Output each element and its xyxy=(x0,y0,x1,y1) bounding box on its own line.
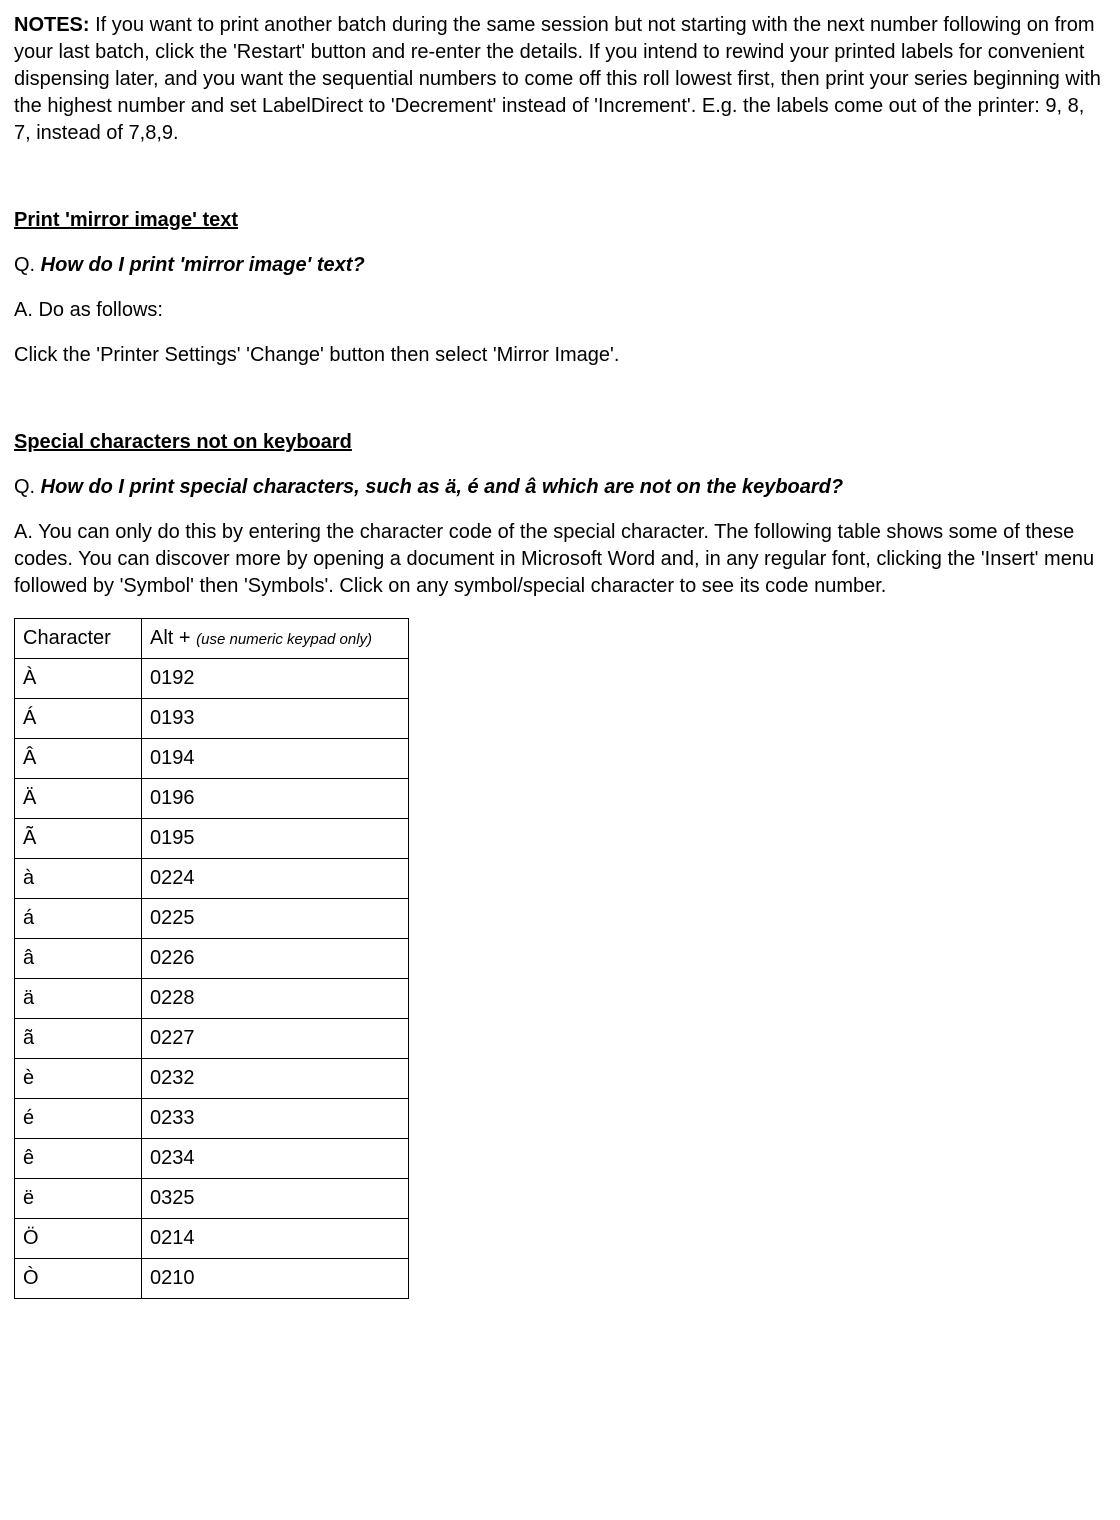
table-cell-character: á xyxy=(15,899,142,939)
table-cell-code: 0194 xyxy=(142,739,409,779)
table-row: ê0234 xyxy=(15,1139,409,1179)
table-row: ë0325 xyxy=(15,1179,409,1219)
table-cell-character: Â xyxy=(15,739,142,779)
mirror-q-prefix: Q. xyxy=(14,254,41,276)
table-cell-character: Ò xyxy=(15,1259,142,1299)
table-cell-character: â xyxy=(15,939,142,979)
character-table: Character Alt + (use numeric keypad only… xyxy=(14,618,409,1299)
notes-paragraph: NOTES: If you want to print another batc… xyxy=(14,12,1106,147)
table-cell-character: Á xyxy=(15,699,142,739)
table-cell-character: ã xyxy=(15,1019,142,1059)
mirror-question: Q. How do I print 'mirror image' text? xyxy=(14,252,1106,279)
notes-label: NOTES: xyxy=(14,14,90,36)
table-cell-character: é xyxy=(15,1099,142,1139)
table-row: â0226 xyxy=(15,939,409,979)
table-cell-code: 0195 xyxy=(142,819,409,859)
table-cell-code: 0228 xyxy=(142,979,409,1019)
table-row: à0224 xyxy=(15,859,409,899)
table-cell-code: 0210 xyxy=(142,1259,409,1299)
table-cell-code: 0325 xyxy=(142,1179,409,1219)
table-cell-code: 0234 xyxy=(142,1139,409,1179)
table-cell-code: 0192 xyxy=(142,659,409,699)
mirror-q-text: How do I print 'mirror image' text? xyxy=(41,254,365,276)
table-cell-character: Ö xyxy=(15,1219,142,1259)
table-cell-code: 0225 xyxy=(142,899,409,939)
table-row: À0192 xyxy=(15,659,409,699)
table-cell-code: 0226 xyxy=(142,939,409,979)
table-row: Ä0196 xyxy=(15,779,409,819)
table-header-code-main: Alt + xyxy=(150,627,196,649)
notes-text: If you want to print another batch durin… xyxy=(14,14,1101,144)
table-row: ã0227 xyxy=(15,1019,409,1059)
table-cell-code: 0193 xyxy=(142,699,409,739)
table-row: è0232 xyxy=(15,1059,409,1099)
table-header-code-note: (use numeric keypad only) xyxy=(196,631,372,648)
table-cell-character: Ä xyxy=(15,779,142,819)
table-cell-code: 0227 xyxy=(142,1019,409,1059)
table-cell-character: À xyxy=(15,659,142,699)
table-row: é0233 xyxy=(15,1099,409,1139)
table-cell-character: ä xyxy=(15,979,142,1019)
table-row: ä0228 xyxy=(15,979,409,1019)
table-row: Á0193 xyxy=(15,699,409,739)
table-cell-character: è xyxy=(15,1059,142,1099)
table-cell-code: 0233 xyxy=(142,1099,409,1139)
table-row: á0225 xyxy=(15,899,409,939)
table-cell-code: 0196 xyxy=(142,779,409,819)
table-cell-code: 0232 xyxy=(142,1059,409,1099)
table-cell-character: à xyxy=(15,859,142,899)
table-header-code: Alt + (use numeric keypad only) xyxy=(142,619,409,659)
table-header-character: Character xyxy=(15,619,142,659)
table-header-row: Character Alt + (use numeric keypad only… xyxy=(15,619,409,659)
table-row: Ã0195 xyxy=(15,819,409,859)
mirror-answer-line: A. Do as follows: xyxy=(14,297,1106,324)
table-cell-character: ê xyxy=(15,1139,142,1179)
table-cell-character: ë xyxy=(15,1179,142,1219)
table-cell-code: 0224 xyxy=(142,859,409,899)
special-q-prefix: Q. xyxy=(14,476,41,498)
table-cell-code: 0214 xyxy=(142,1219,409,1259)
special-q-text: How do I print special characters, such … xyxy=(41,476,843,498)
table-row: Ò0210 xyxy=(15,1259,409,1299)
special-question: Q. How do I print special characters, su… xyxy=(14,474,1106,501)
mirror-instruction: Click the 'Printer Settings' 'Change' bu… xyxy=(14,342,1106,369)
mirror-heading: Print 'mirror image' text xyxy=(14,207,1106,234)
table-cell-character: Ã xyxy=(15,819,142,859)
special-answer: A. You can only do this by entering the … xyxy=(14,519,1106,600)
table-row: Â0194 xyxy=(15,739,409,779)
table-row: Ö0214 xyxy=(15,1219,409,1259)
special-heading: Special characters not on keyboard xyxy=(14,429,1106,456)
